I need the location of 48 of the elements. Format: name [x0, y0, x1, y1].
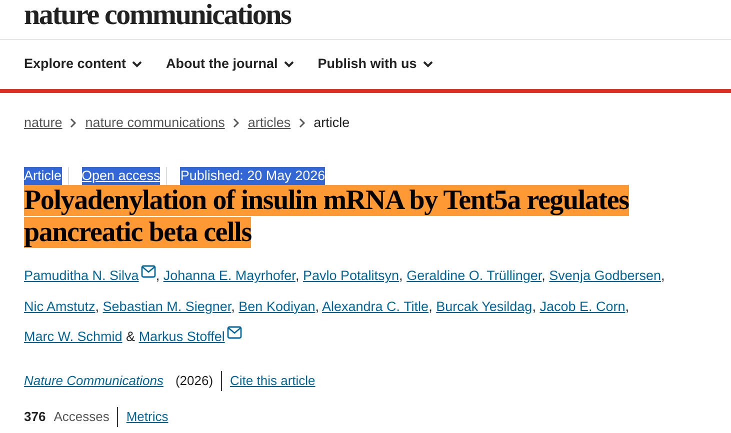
author-separator: ,: [399, 268, 403, 284]
breadcrumb-current: article: [314, 114, 350, 132]
nav-menu-button[interactable]: About the journal: [166, 54, 294, 75]
author-link[interactable]: Marc W. Schmid: [24, 329, 122, 344]
publish-date: Published: 20 May 2026: [180, 167, 326, 186]
author-link[interactable]: Alexandra C. Title: [322, 298, 429, 314]
author-separator: ,: [542, 268, 546, 284]
author-separator: ,: [532, 298, 536, 314]
chevron-down-icon: [422, 61, 433, 68]
author-separator: &: [126, 329, 136, 344]
metrics-link[interactable]: Metrics: [126, 407, 168, 426]
author-link[interactable]: Svenja Godbersen: [549, 268, 661, 284]
access-count: 376: [24, 408, 46, 426]
breadcrumb-link[interactable]: nature communications: [85, 113, 225, 134]
author-link[interactable]: Ben Kodiyan: [238, 298, 316, 314]
cite-link[interactable]: Cite this article: [230, 371, 316, 390]
article-type-label: Article: [24, 167, 62, 186]
breadcrumb-link[interactable]: nature: [24, 113, 62, 134]
open-access-link[interactable]: Open access: [82, 167, 160, 186]
author-link[interactable]: Pamuditha N. Silva: [24, 268, 139, 284]
author-link[interactable]: Burcak Yesildag: [436, 298, 532, 314]
chevron-right-icon: [298, 118, 306, 128]
author-link[interactable]: Nic Amstutz: [24, 298, 96, 314]
chevron-right-icon: [232, 118, 240, 128]
nav-menu-button[interactable]: Explore content: [24, 54, 142, 75]
author-separator: ,: [428, 298, 432, 314]
nav-menu-button[interactable]: Publish with us: [318, 54, 433, 75]
author-link[interactable]: Sebastian M. Siegner: [102, 298, 232, 314]
author-separator: ,: [295, 268, 300, 284]
author-link[interactable]: Pavlo Potalitsyn: [302, 268, 400, 284]
author-link[interactable]: Jacob E. Corn: [540, 298, 626, 314]
journal-logo[interactable]: nature communications: [24, 1, 291, 30]
chevron-down-icon: [284, 61, 294, 68]
chevron-right-icon: [70, 118, 78, 128]
author-separator: ,: [625, 298, 630, 314]
author-separator: ,: [315, 298, 319, 314]
author-separator: ,: [95, 298, 100, 314]
author-link[interactable]: Markus Stoffel: [138, 329, 225, 344]
accesses-label: Accesses: [54, 408, 110, 426]
breadcrumb-link[interactable]: articles: [248, 113, 291, 134]
publication-year: (2026): [175, 372, 214, 390]
author-link[interactable]: Johanna E. Mayrhofer: [163, 268, 296, 284]
author-separator: ,: [661, 268, 665, 284]
author-link[interactable]: Geraldine O. Trüllinger: [406, 268, 542, 284]
chevron-down-icon: [132, 61, 142, 68]
author-separator: ,: [156, 268, 160, 284]
author-separator: ,: [231, 298, 235, 314]
journal-link[interactable]: Nature Communications: [24, 371, 164, 390]
